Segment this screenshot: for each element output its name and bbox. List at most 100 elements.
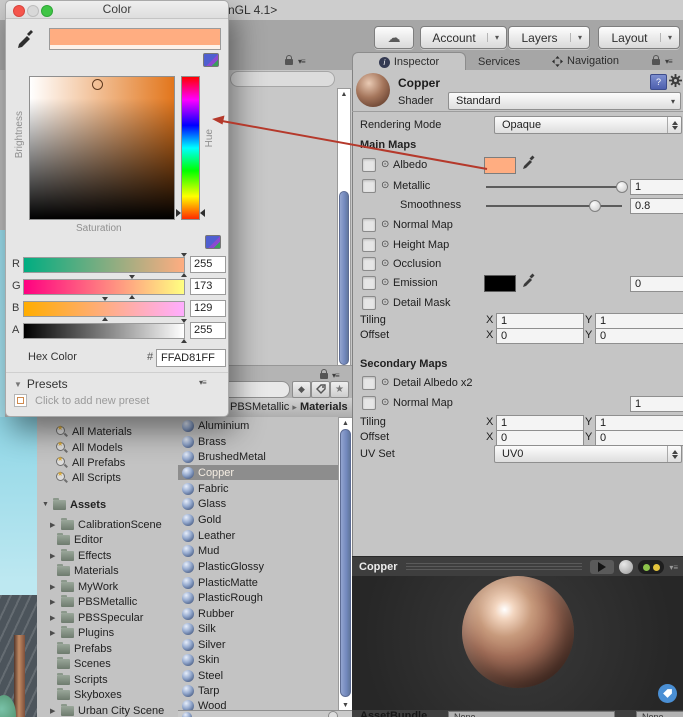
favorite-all-prefabs[interactable]: ★ All Prefabs	[55, 455, 125, 470]
slider-marker[interactable]	[181, 253, 187, 257]
albedo-texture-slot[interactable]	[362, 158, 376, 172]
height-map-texture-slot[interactable]	[362, 238, 376, 252]
normal-map-texture-slot[interactable]	[362, 218, 376, 232]
hierarchy-scrollbar[interactable]: ▲ ▼	[337, 88, 351, 378]
green-channel-slider[interactable]	[23, 275, 185, 299]
target-circle-icon[interactable]: ⊙	[381, 278, 389, 288]
slider-marker[interactable]	[181, 319, 187, 323]
lock-icon[interactable]	[285, 55, 293, 65]
secondary-normal-value-field[interactable]: 1	[630, 396, 683, 412]
disclosure-closed-icon[interactable]: ▶	[50, 521, 57, 529]
materials-scrollbar[interactable]: ▲ ▼	[338, 417, 353, 712]
emission-value-field[interactable]: 0	[630, 276, 683, 292]
target-circle-icon[interactable]: ⊙	[381, 378, 389, 388]
tab-services[interactable]: Services	[478, 56, 520, 68]
lock-icon[interactable]	[320, 369, 328, 379]
disclosure-closed-icon[interactable]: ▶	[50, 598, 57, 606]
detail-mask-texture-slot[interactable]	[362, 296, 376, 310]
disclosure-closed-icon[interactable]: ▶	[50, 707, 57, 715]
albedo-color-swatch[interactable]	[484, 157, 516, 174]
folder-item[interactable]: ▶ CalibrationScene	[50, 517, 162, 532]
slider-marker[interactable]	[129, 295, 136, 299]
material-item[interactable]: Brass	[178, 434, 342, 449]
folder-item[interactable]: ▶ PBSMetallic	[50, 594, 137, 609]
scroll-up-icon[interactable]: ▲	[339, 420, 352, 427]
hue-slider[interactable]	[176, 76, 205, 220]
eyedropper-icon[interactable]	[16, 29, 36, 49]
preview-header[interactable]: Copper ▾≡	[352, 556, 683, 577]
folder-item[interactable]: ▶ Urban City Scene	[50, 703, 164, 717]
material-item[interactable]: Glass	[178, 496, 342, 511]
panel-menu-icon[interactable]: ▾≡	[332, 371, 340, 380]
drag-handle[interactable]	[405, 563, 583, 571]
metallic-texture-slot[interactable]	[362, 179, 376, 193]
target-circle-icon[interactable]: ⊙	[381, 181, 389, 191]
assetbundle-variant-dropdown[interactable]: None	[636, 711, 683, 717]
material-item[interactable]: Steel	[178, 668, 342, 683]
emission-color-swatch[interactable]	[484, 275, 516, 292]
target-circle-icon[interactable]: ⊙	[381, 220, 389, 230]
blue-channel-slider[interactable]	[23, 297, 185, 321]
blue-value-field[interactable]: 129	[190, 300, 226, 317]
material-item[interactable]: Leather	[178, 528, 342, 543]
slider-marker[interactable]	[129, 275, 136, 279]
folder-item[interactable]: Scripts	[57, 672, 108, 687]
rendering-mode-dropdown[interactable]: Opaque	[494, 116, 682, 134]
disclosure-closed-icon[interactable]: ▶	[50, 583, 57, 591]
favorite-all-models[interactable]: ★ All Models	[55, 440, 123, 455]
smoothness-slider[interactable]	[486, 205, 622, 207]
secondary-offset-y-field[interactable]: 0	[595, 430, 683, 446]
tiling-x-field[interactable]: 1	[496, 313, 584, 329]
red-value-field[interactable]: 255	[190, 256, 226, 273]
target-circle-icon[interactable]: ⊙	[381, 298, 389, 308]
account-dropdown[interactable]: Account ▾	[420, 26, 507, 49]
lock-icon[interactable]	[652, 55, 660, 65]
preview-menu-icon[interactable]: ▾≡	[669, 563, 678, 572]
disclosure-closed-icon[interactable]: ▶	[50, 629, 57, 637]
hue-marker-left[interactable]	[176, 209, 181, 217]
scroll-up-icon[interactable]: ▲	[338, 91, 350, 98]
breadcrumb-current[interactable]: Materials	[300, 401, 348, 413]
assetbundle-tag-icon[interactable]	[658, 684, 677, 703]
scroll-down-icon[interactable]: ▼	[339, 702, 352, 709]
tab-navigation[interactable]: Navigation	[552, 55, 619, 67]
panel-menu-icon[interactable]: ▾≡	[665, 57, 673, 66]
slider-marker[interactable]	[101, 297, 108, 301]
assetbundle-dropdown[interactable]: None	[448, 711, 615, 717]
metallic-slider-handle[interactable]	[616, 181, 628, 193]
hex-value-field[interactable]: FFAD81FF	[156, 349, 226, 367]
secondary-normal-texture-slot[interactable]	[362, 396, 376, 410]
material-item[interactable]: Aluminium	[178, 418, 342, 433]
zoom-slider-handle[interactable]	[328, 711, 338, 717]
disclosure-open-icon[interactable]: ▼	[42, 501, 49, 508]
target-circle-icon[interactable]: ⊙	[381, 160, 389, 170]
tab-inspector[interactable]: i Inspector	[352, 52, 466, 71]
disclosure-closed-icon[interactable]: ▶	[50, 614, 57, 622]
layers-dropdown[interactable]: Layers ▾	[508, 26, 590, 49]
slider-marker[interactable]	[101, 317, 108, 321]
material-item[interactable]: Silver	[178, 637, 342, 652]
color-picker-window[interactable]: Color Brightness Saturation Hue R 255 G …	[5, 0, 229, 417]
target-circle-icon[interactable]: ⊙	[381, 398, 389, 408]
detail-albedo-texture-slot[interactable]	[362, 376, 376, 390]
cloud-button[interactable]: ☁	[374, 26, 414, 49]
folder-item[interactable]: ▶ Plugins	[50, 625, 114, 640]
favorites-star-button[interactable]: ★	[330, 381, 349, 398]
panel-menu-icon[interactable]: ▾≡	[298, 57, 306, 66]
material-item[interactable]: Fabric	[178, 481, 342, 496]
target-circle-icon[interactable]: ⊙	[381, 240, 389, 250]
material-item[interactable]: Rubber	[178, 606, 342, 621]
smoothness-slider-handle[interactable]	[589, 200, 601, 212]
breadcrumb[interactable]: PBSMetallic ▸ Materials	[230, 401, 348, 413]
material-item[interactable]: PlasticRough	[178, 590, 342, 605]
preview-shape-button[interactable]	[619, 560, 634, 574]
presets-menu-icon[interactable]: ▾≡	[199, 378, 207, 387]
material-item[interactable]: Gold	[178, 512, 342, 527]
folder-item[interactable]: Skyboxes	[57, 687, 122, 702]
material-item[interactable]: BrushedMetal	[178, 449, 342, 464]
preview-viewport[interactable]	[352, 576, 683, 710]
secondary-tiling-x-field[interactable]: 1	[496, 415, 584, 431]
zoom-button[interactable]	[41, 4, 53, 17]
material-item[interactable]: Tarp	[178, 683, 342, 698]
picker-mode-icon[interactable]	[203, 53, 219, 67]
